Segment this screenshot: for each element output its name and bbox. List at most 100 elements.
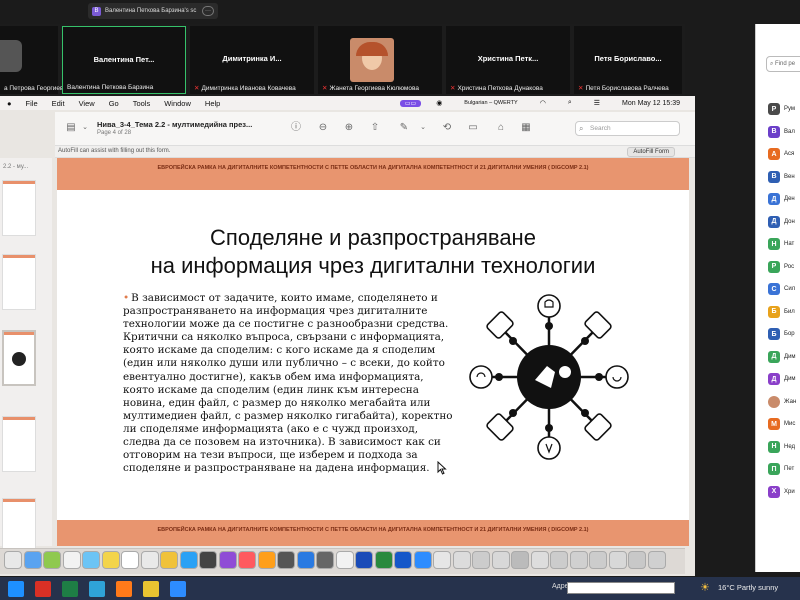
windows-start-icon[interactable] — [8, 581, 24, 597]
apple-menu-icon[interactable]: ● — [0, 99, 19, 108]
settings-icon[interactable] — [277, 551, 295, 569]
search-field[interactable]: ⌕ Search — [575, 121, 680, 136]
participant-list-item[interactable]: А Ася — [768, 146, 800, 162]
participant-list-item[interactable]: В Вал — [768, 124, 800, 140]
appletv-icon[interactable] — [199, 551, 217, 569]
podcasts-icon[interactable] — [238, 551, 256, 569]
preview-icon[interactable] — [433, 551, 451, 569]
freeform-icon[interactable] — [179, 551, 198, 569]
page-thumbnail-selected[interactable] — [2, 330, 36, 386]
menu-clock[interactable]: Mon May 12 15:39 — [615, 100, 687, 107]
document-title[interactable]: Нива_3-4_Тема 2.2 - мултимедийна през... — [97, 120, 252, 129]
search-menu-icon[interactable]: ⌕ — [561, 99, 579, 107]
participant-tile[interactable]: Димитринка И... ✕ Димитринка Иванова Кова… — [190, 26, 314, 94]
finder-icon[interactable] — [4, 551, 22, 569]
participant-tile[interactable]: Христина Петк... ✕ Христина Петкова Дунак… — [446, 26, 570, 94]
safari-icon[interactable] — [23, 551, 42, 569]
participant-list-item[interactable]: Д Дим — [768, 349, 800, 365]
info-icon[interactable]: ⓘ — [290, 122, 302, 134]
participant-list-item[interactable]: Х Хри — [768, 484, 800, 500]
screen-sharing-menu-icon[interactable]: ▭▭ — [399, 99, 422, 107]
share-options-icon[interactable]: ··· — [202, 6, 214, 16]
app-store-icon[interactable] — [296, 551, 315, 569]
participant-tile[interactable]: ✕ Жанета Георгиева Кюлюмова — [318, 26, 442, 94]
notes-icon[interactable] — [160, 551, 178, 569]
participant-list-item[interactable]: П Пет — [768, 461, 800, 477]
participant-list-item[interactable]: Р Рум — [768, 101, 800, 117]
participant-list-item[interactable]: Д Дон — [768, 214, 800, 230]
menu-edit[interactable]: Edit — [45, 99, 72, 108]
participant-list-item[interactable]: С Сил — [768, 281, 800, 297]
trash-icon[interactable] — [647, 551, 666, 569]
participant-list-item[interactable]: Д Ден — [768, 191, 800, 207]
wifi-icon[interactable]: ◠ — [533, 99, 553, 107]
keyboard-layout-indicator[interactable]: Bulgarian – QWERTY — [457, 100, 524, 106]
music-icon[interactable] — [218, 551, 237, 569]
recent-window-icon[interactable] — [608, 551, 627, 569]
maps-icon[interactable] — [82, 551, 100, 569]
control-center-icon[interactable]: ☰ — [587, 99, 607, 107]
participant-list-item[interactable]: В Вен — [768, 169, 800, 185]
participant-list-item[interactable]: Н Нед — [768, 439, 800, 455]
mail-icon[interactable] — [62, 551, 81, 569]
recent-window-icon[interactable] — [530, 551, 549, 569]
menu-window[interactable]: Window — [157, 99, 198, 108]
calendar-icon[interactable] — [121, 551, 139, 569]
markup-pen-icon[interactable]: ✎ — [398, 122, 410, 134]
word-icon[interactable] — [355, 551, 373, 569]
zoom-icon[interactable] — [413, 551, 432, 569]
contacts-icon[interactable] — [140, 551, 159, 569]
sidebar-toggle-icon[interactable]: ▤ — [65, 122, 77, 134]
excel-icon[interactable] — [62, 581, 78, 597]
participant-tile[interactable]: Петя Бориславо... ✕ Петя Бориславова Ралч… — [574, 26, 682, 94]
find-people-input[interactable]: ⌕ Find pe — [766, 56, 800, 72]
chevron-down-icon[interactable]: ⌄ — [417, 122, 429, 134]
participant-list-item[interactable]: Жан — [768, 394, 800, 410]
page-thumbnail[interactable] — [2, 498, 36, 554]
zoom-in-icon[interactable]: ⊕ — [343, 122, 355, 134]
form-fill-icon[interactable]: ▦ — [520, 122, 532, 134]
rotate-icon[interactable]: ⟲ — [441, 122, 453, 134]
recent-window-icon[interactable] — [452, 551, 471, 569]
zoom-out-icon[interactable]: ⊖ — [317, 122, 329, 134]
participant-list-item[interactable]: Н Нат — [768, 236, 800, 252]
excel-icon[interactable] — [374, 551, 393, 569]
weather-widget[interactable]: 16°C Partly sunny — [718, 583, 778, 592]
zoom-taskbar-icon[interactable] — [170, 581, 186, 597]
page-thumbnail[interactable] — [2, 180, 36, 236]
page-thumbnail[interactable] — [2, 416, 36, 472]
recent-window-icon[interactable] — [628, 551, 646, 569]
photos-icon[interactable] — [101, 551, 120, 569]
participant-list-item[interactable]: Б Бор — [768, 326, 800, 342]
recent-window-icon[interactable] — [569, 551, 588, 569]
participant-list-item[interactable]: Б Бил — [768, 304, 800, 320]
participant-list-item[interactable]: М Мис — [768, 416, 800, 432]
recent-window-icon[interactable] — [491, 551, 510, 569]
recent-window-icon[interactable] — [511, 551, 529, 569]
screen-share-indicator[interactable]: В Валентина Петкова Барзина's sc ··· — [88, 3, 218, 19]
participant-list-item[interactable]: Д Дим — [768, 371, 800, 387]
messages-icon[interactable] — [43, 551, 61, 569]
menu-help[interactable]: Help — [198, 99, 227, 108]
chrome-icon[interactable] — [335, 551, 354, 569]
chrome-icon[interactable] — [143, 581, 159, 597]
highlight-icon[interactable]: ▭ — [467, 122, 479, 134]
participant-tile-active[interactable]: Валентина Пет... Валентина Петкова Барзи… — [62, 26, 186, 94]
menu-file[interactable]: File — [19, 99, 45, 108]
recent-window-icon[interactable] — [550, 551, 568, 569]
keynote-icon[interactable] — [257, 551, 276, 569]
menu-tools[interactable]: Tools — [126, 99, 158, 108]
chevron-down-icon[interactable]: ⌄ — [79, 122, 91, 134]
participant-tile[interactable]: а Петрова Георгиева — [0, 26, 67, 94]
powerpoint-icon[interactable] — [394, 551, 412, 569]
firefox-icon[interactable] — [116, 581, 132, 597]
accessibility-icon[interactable] — [316, 551, 334, 569]
page-thumbnail[interactable] — [2, 254, 36, 310]
share-icon[interactable]: ⇧ — [369, 122, 381, 134]
recent-window-icon[interactable] — [589, 551, 607, 569]
recent-window-icon[interactable] — [472, 551, 490, 569]
menu-go[interactable]: Go — [102, 99, 126, 108]
participant-list-item[interactable]: Р Рос — [768, 259, 800, 275]
edge-icon[interactable] — [89, 581, 105, 597]
pdf-reader-icon[interactable] — [35, 581, 51, 597]
